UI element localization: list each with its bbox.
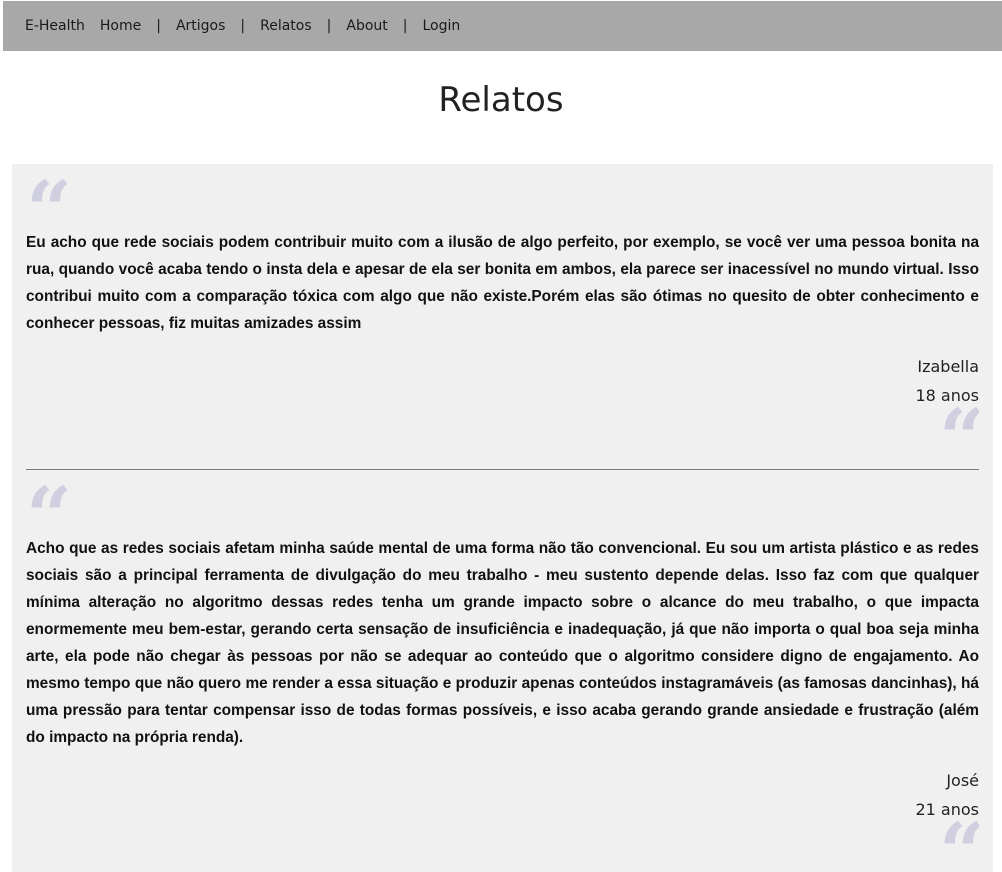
nav-relatos[interactable]: Relatos: [260, 18, 312, 34]
brand-link[interactable]: E-Health: [25, 18, 85, 34]
quote-close-icon: “: [938, 820, 979, 870]
quote-open-icon: “: [26, 484, 72, 534]
testimonial-text: Eu acho que rede sociais podem contribui…: [26, 234, 979, 332]
page-title: Relatos: [438, 80, 564, 120]
quote-open-icon: “: [26, 178, 72, 228]
top-navbar: E-Health Home | Artigos | Relatos | Abou…: [3, 1, 1002, 51]
nav-about[interactable]: About: [346, 18, 387, 34]
testimonial-author: José: [946, 771, 979, 790]
nav-separator: |: [240, 18, 246, 34]
nav-login[interactable]: Login: [423, 18, 461, 34]
nav-separator: |: [402, 18, 408, 34]
testimonial-author: Izabella: [917, 357, 979, 376]
testimonial-text: Acho que as redes sociais afetam minha s…: [26, 540, 979, 746]
nav-separator: |: [156, 18, 161, 34]
nav-artigos[interactable]: Artigos: [176, 18, 225, 34]
testimonial-divider: [26, 469, 979, 470]
testimonial-card: “ Eu acho que rede sociais podem contrib…: [12, 178, 993, 470]
quote-close-icon: “: [938, 406, 979, 456]
nav-separator: |: [326, 18, 332, 34]
nav-home[interactable]: Home: [100, 18, 141, 34]
testimonial-card: “ Acho que as redes sociais afetam minha…: [12, 484, 993, 872]
testimonials-section: “ Eu acho que rede sociais podem contrib…: [12, 164, 993, 872]
